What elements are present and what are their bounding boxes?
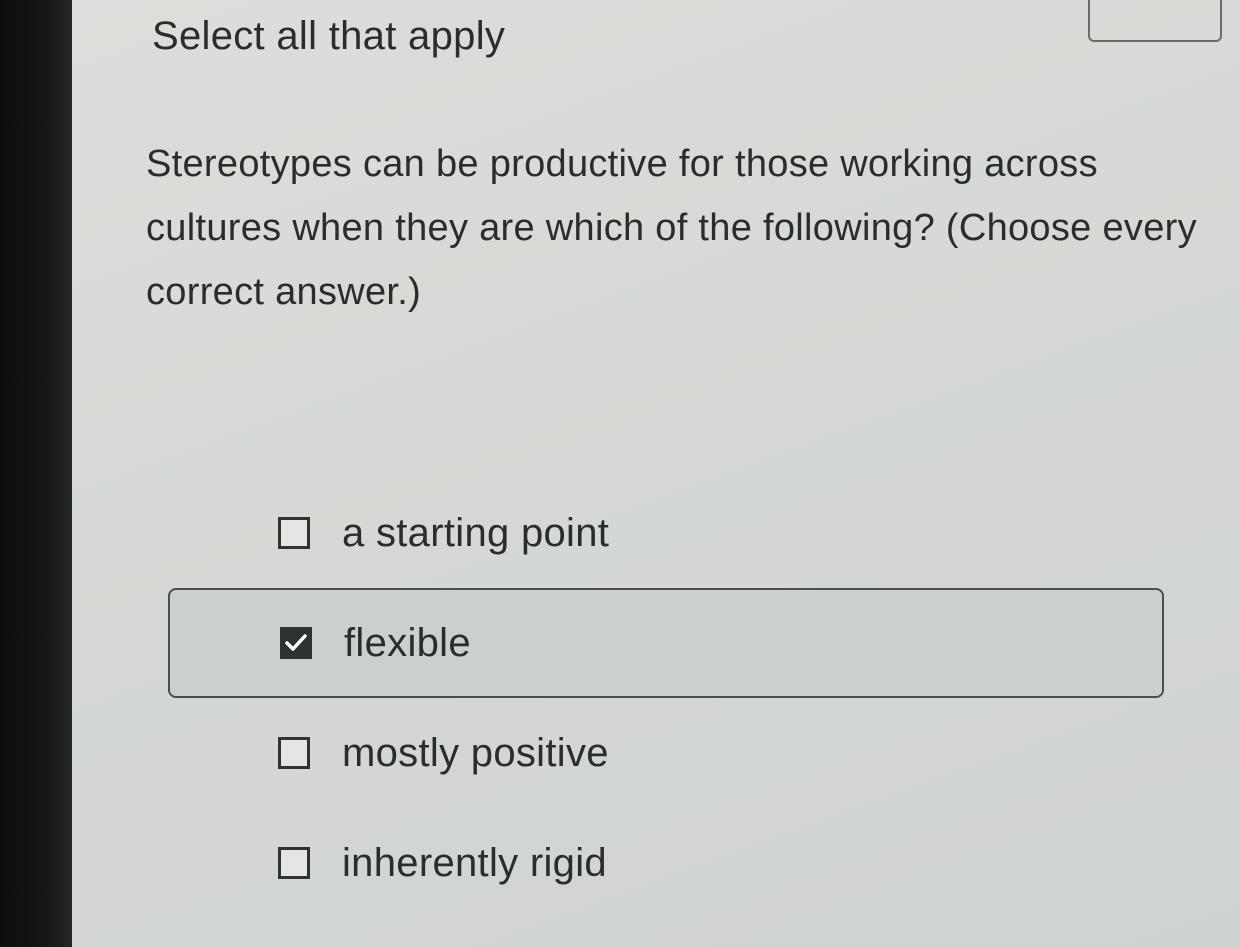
option-label: inherently rigid <box>342 840 607 885</box>
option-flexible[interactable]: flexible <box>168 588 1164 698</box>
option-label: a starting point <box>342 510 610 555</box>
checkbox-a-starting-point[interactable] <box>278 517 310 549</box>
question-screen: Select all that apply Stereotypes can be… <box>72 0 1240 947</box>
option-mostly-positive[interactable]: mostly positive <box>168 698 1164 808</box>
question-text: Stereotypes can be productive for those … <box>146 143 1197 313</box>
option-label: mostly positive <box>342 730 609 775</box>
checkbox-flexible[interactable] <box>280 627 312 659</box>
option-a-starting-point[interactable]: a starting point <box>168 478 1164 588</box>
option-label: flexible <box>344 620 471 665</box>
instruction-text: Select all that apply <box>152 14 506 58</box>
device-bezel <box>0 0 80 947</box>
checkbox-inherently-rigid[interactable] <box>278 847 310 879</box>
answer-options: a starting point flexible mostly positiv… <box>168 478 1164 918</box>
option-inherently-rigid[interactable]: inherently rigid <box>168 808 1164 918</box>
checkbox-mostly-positive[interactable] <box>278 737 310 769</box>
top-corner-box[interactable] <box>1088 0 1222 42</box>
checkmark-icon <box>285 634 307 651</box>
